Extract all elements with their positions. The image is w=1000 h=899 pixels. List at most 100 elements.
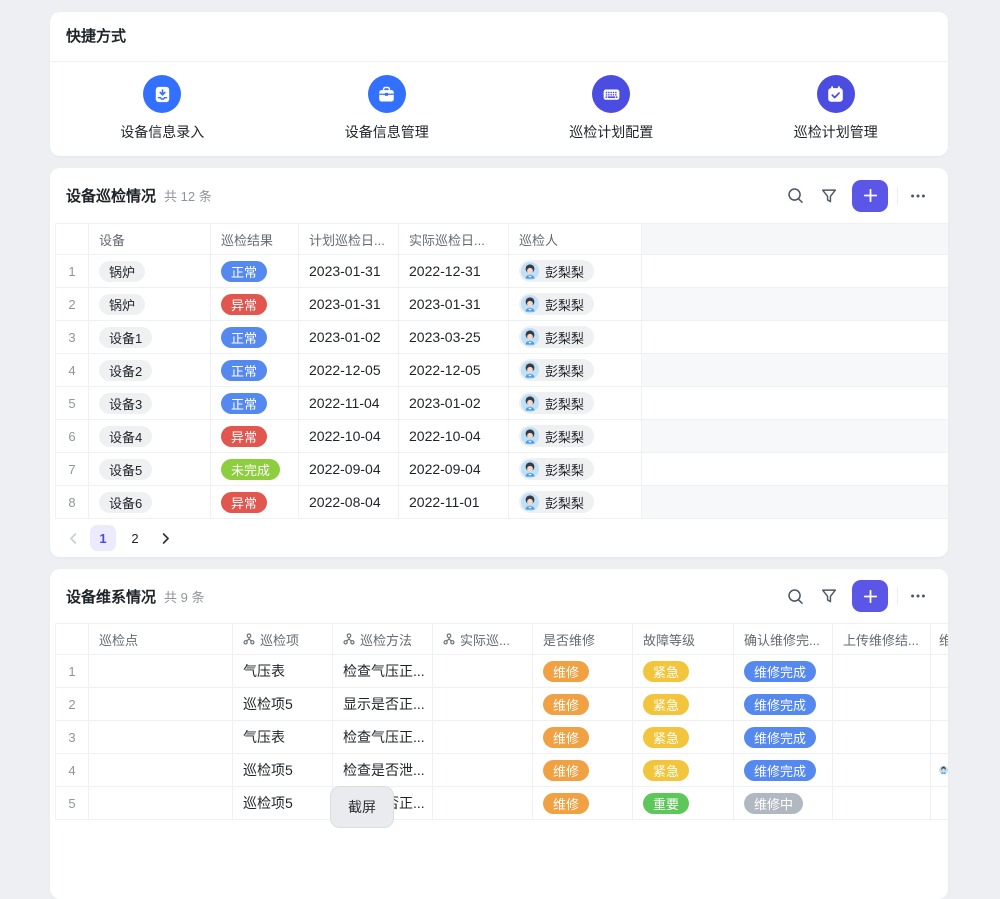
lookup-icon — [443, 633, 455, 645]
table-row[interactable]: 1锅炉正常2023-01-312022-12-31彭梨梨 — [55, 255, 948, 288]
column-header: 故障等级 — [633, 624, 734, 654]
add-record-button[interactable] — [852, 580, 888, 612]
table-row[interactable]: 2巡检项5显示是否正...维修紧急维修完成 — [55, 688, 948, 721]
upload-cell — [833, 655, 931, 687]
inspection-count: 共 12 条 — [164, 186, 212, 205]
table-row[interactable]: 1气压表检查气压正...维修紧急维修完成 — [55, 655, 948, 688]
table-row[interactable]: 7设备5未完成2022-09-042022-09-04彭梨梨 — [55, 453, 948, 486]
row-number-header — [55, 624, 89, 654]
shortcut-label: 设备信息管理 — [345, 122, 429, 142]
row-filler — [642, 288, 948, 320]
inspector-name: 彭梨梨 — [545, 460, 584, 479]
table-row[interactable]: 6设备4异常2022-10-042022-10-04彭梨梨 — [55, 420, 948, 453]
more-icon[interactable] — [904, 582, 932, 610]
filter-icon[interactable] — [815, 182, 843, 210]
confirm-cell: 维修完成 — [734, 721, 833, 753]
row-number: 2 — [55, 288, 89, 320]
table-row[interactable]: 5 设备3 正常2022-11-042023-01-02 彭梨梨 — [55, 387, 948, 420]
device-entry-icon — [143, 75, 181, 113]
shortcut-item[interactable]: 设备信息管理 — [345, 75, 429, 142]
level-cell: 紧急 — [633, 655, 734, 687]
inspector-name: 彭梨梨 — [545, 394, 584, 413]
inspection-card: 设备巡检情况 共 12 条 设备巡检结果计划巡检日...实际巡检日...巡检人1… — [50, 168, 948, 557]
table-row[interactable]: 4巡检项5检查是否泄...维修紧急维修完成 — [55, 754, 948, 787]
inspector-cell: 彭梨梨 — [509, 288, 642, 320]
table-row[interactable]: 8设备6异常2022-08-042022-11-01彭梨梨 — [55, 486, 948, 519]
actual-date-cell: 2023-01-31 — [399, 288, 509, 320]
inspector-chip: 彭梨梨 — [519, 260, 594, 282]
table-row[interactable]: 2锅炉异常2023-01-312023-01-31彭梨梨 — [55, 288, 948, 321]
actual-date-cell: 2022-12-05 — [399, 354, 509, 386]
maintenance-card: 设备维系情况 共 9 条 巡检点巡检项巡检方法实际巡...是否维修故障等级确认维… — [50, 569, 948, 899]
pagination-prev[interactable] — [62, 527, 84, 549]
actual-cell — [433, 721, 533, 753]
result-badge: 正常 — [221, 261, 267, 282]
inspector-cell: 彭梨梨 — [509, 453, 642, 485]
shortcut-item[interactable]: 设备信息录入 — [120, 75, 204, 142]
avatar — [521, 493, 539, 511]
actual-cell — [433, 787, 533, 819]
table-row[interactable]: 4设备2正常2022-12-052022-12-05彭梨梨 — [55, 354, 948, 387]
result-badge: 正常 — [221, 360, 267, 381]
search-icon[interactable] — [781, 182, 809, 210]
repair-cell: 维修 — [533, 655, 633, 687]
level-badge: 重要 — [643, 793, 689, 814]
actual-date-cell: 2022-11-01 — [399, 486, 509, 518]
page-1[interactable]: 1 — [90, 525, 116, 551]
result-badge: 未完成 — [221, 459, 280, 480]
repair-cell: 维修 — [533, 787, 633, 819]
actual-date-cell: 2023-01-02 — [399, 387, 509, 419]
device-chip: 设备3 — [99, 393, 152, 414]
result-cell: 正常 — [211, 387, 299, 419]
lookup-icon — [243, 633, 255, 645]
column-header-label: 维 — [939, 630, 948, 649]
point-cell — [89, 688, 233, 720]
planned-date-cell: 2023-01-31 — [299, 288, 399, 320]
page-2[interactable]: 2 — [122, 525, 148, 551]
device-chip: 设备6 — [99, 492, 152, 513]
row-number: 7 — [55, 453, 89, 485]
column-header-label: 实际巡... — [460, 630, 510, 649]
add-record-button[interactable] — [852, 180, 888, 212]
inspection-card-header: 设备巡检情况 共 12 条 — [50, 168, 948, 223]
filter-icon[interactable] — [815, 582, 843, 610]
person-cell — [931, 688, 948, 720]
inspector-chip: 彭梨梨 — [519, 293, 594, 315]
inspector-chip: 彭梨梨 — [519, 392, 594, 414]
row-number: 4 — [55, 354, 89, 386]
search-icon[interactable] — [781, 582, 809, 610]
confirm-cell: 维修完成 — [734, 655, 833, 687]
item-cell: 巡检项5 — [233, 754, 333, 786]
planned-date-cell: 2023-01-02 — [299, 321, 399, 353]
device-cell: 设备3 — [89, 387, 211, 419]
confirm-badge: 维修中 — [744, 793, 803, 814]
table-row[interactable]: 5巡检项5显示是否正...维修重要维修中 — [55, 787, 948, 820]
person-cell — [931, 787, 948, 819]
result-cell: 正常 — [211, 255, 299, 287]
device-cell: 设备1 — [89, 321, 211, 353]
result-badge: 正常 — [221, 327, 267, 348]
pagination-next[interactable] — [154, 527, 176, 549]
item-cell: 巡检项5 — [233, 688, 333, 720]
planned-date-cell: 2022-11-04 — [299, 387, 399, 419]
repair-cell: 维修 — [533, 688, 633, 720]
row-number: 5 — [55, 387, 89, 419]
toolbar-divider — [897, 187, 898, 205]
shortcut-item[interactable]: 巡检计划管理 — [794, 75, 878, 142]
device-chip: 设备5 — [99, 459, 152, 480]
level-badge: 紧急 — [643, 694, 689, 715]
calendar-check-icon — [817, 75, 855, 113]
device-chip: 设备1 — [99, 327, 152, 348]
confirm-cell: 维修完成 — [734, 688, 833, 720]
planned-date-cell: 2022-12-05 — [299, 354, 399, 386]
table-row[interactable]: 3设备1正常2023-01-022023-03-25彭梨梨 — [55, 321, 948, 354]
avatar — [521, 295, 539, 313]
table-row[interactable]: 3气压表检查气压正...维修紧急维修完成 — [55, 721, 948, 754]
more-icon[interactable] — [904, 182, 932, 210]
row-number: 4 — [55, 754, 89, 786]
inspector-cell: 彭梨梨 — [509, 255, 642, 287]
repair-cell: 维修 — [533, 721, 633, 753]
shortcut-item[interactable]: 巡检计划配置 — [569, 75, 653, 142]
shortcuts-card: 快捷方式 设备信息录入设备信息管理巡检计划配置巡检计划管理 — [50, 12, 948, 156]
briefcase-icon — [368, 75, 406, 113]
